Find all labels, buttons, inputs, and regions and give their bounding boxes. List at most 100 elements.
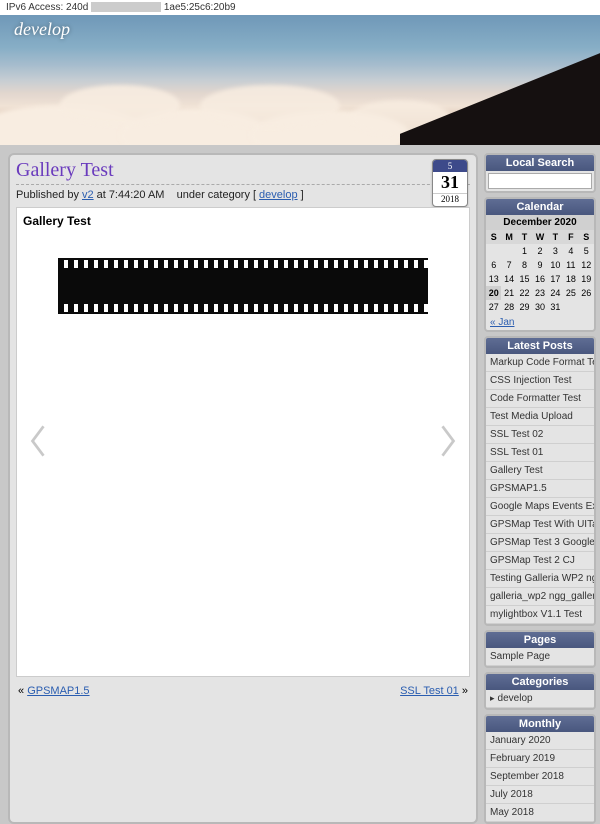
post-navigation: « GPSMAP1.5 SSL Test 01 »: [16, 677, 470, 699]
calendar-day: [563, 300, 578, 314]
calendar-day[interactable]: 20: [486, 286, 501, 300]
post-meta: Published by v2 at 7:44:20 AM under cate…: [16, 184, 470, 201]
calendar-day[interactable]: 9: [532, 258, 547, 272]
calendar-day[interactable]: 18: [563, 272, 578, 286]
page-body: Gallery Test Published by v2 at 7:44:20 …: [0, 145, 600, 824]
calendar-day[interactable]: 16: [532, 272, 547, 286]
calendar-day[interactable]: 4: [563, 244, 578, 258]
calendar-day[interactable]: 24: [548, 286, 563, 300]
gallery-prev-button[interactable]: [27, 421, 49, 461]
calendar-day[interactable]: 14: [501, 272, 516, 286]
pages-title: Pages: [486, 632, 594, 648]
calendar-week-row: 12345: [486, 244, 594, 258]
calendar-day[interactable]: 30: [532, 300, 547, 314]
latest-posts-list: Markup Code Format TestCSS Injection Tes…: [486, 354, 594, 624]
list-item[interactable]: Sample Page: [486, 648, 594, 666]
calendar-day[interactable]: 12: [579, 258, 594, 272]
list-item[interactable]: September 2018: [486, 768, 594, 786]
search-input[interactable]: [488, 173, 592, 189]
calendar-dow: M: [501, 230, 516, 244]
calendar-day: [579, 300, 594, 314]
list-item[interactable]: Markup Code Format Test: [486, 354, 594, 372]
calendar-day[interactable]: 2: [532, 244, 547, 258]
list-item[interactable]: galleria_wp2 ngg_gallery=8: [486, 588, 594, 606]
list-item[interactable]: July 2018: [486, 786, 594, 804]
ipv6-access-bar: IPv6 Access: 240d 1ae5:25c6:20b9: [0, 0, 600, 15]
latest-posts-title: Latest Posts: [486, 338, 594, 354]
list-item[interactable]: GPSMap Test With UITab: [486, 516, 594, 534]
calendar-day[interactable]: 15: [517, 272, 532, 286]
published-by-label: Published by: [16, 189, 79, 201]
prev-post-link[interactable]: GPSMAP1.5: [27, 685, 89, 697]
chevron-right-icon: [437, 421, 459, 461]
list-item[interactable]: mylightbox V1.1 Test: [486, 606, 594, 624]
calendar-day: [486, 244, 501, 258]
category-link[interactable]: develop: [259, 189, 298, 201]
ipv6-redacted: [91, 2, 161, 12]
site-banner: develop: [0, 15, 600, 145]
calendar-day[interactable]: 10: [548, 258, 563, 272]
list-item[interactable]: CSS Injection Test: [486, 372, 594, 390]
calendar-day[interactable]: 1: [517, 244, 532, 258]
list-item[interactable]: Testing Galleria WP2 ngg_gallery: [486, 570, 594, 588]
local-search-title: Local Search: [486, 155, 594, 171]
list-item[interactable]: develop: [486, 690, 594, 708]
sidebar: Local Search Calendar December 2020 SMTW…: [484, 153, 596, 824]
list-item[interactable]: SSL Test 02: [486, 426, 594, 444]
list-item[interactable]: January 2020: [486, 732, 594, 750]
site-title[interactable]: develop: [14, 19, 70, 40]
bracket-open: [: [253, 189, 256, 201]
calendar-day[interactable]: 5: [579, 244, 594, 258]
calendar-day[interactable]: 27: [486, 300, 501, 314]
calendar-day[interactable]: 11: [563, 258, 578, 272]
list-item[interactable]: May 2018: [486, 804, 594, 822]
categories-list: develop: [486, 690, 594, 708]
calendar-table: SMTWTFS 12345678910111213141516171819202…: [486, 230, 594, 314]
badge-month: 5: [433, 160, 467, 172]
calendar-day[interactable]: 21: [501, 286, 516, 300]
prev-post: « GPSMAP1.5: [18, 685, 90, 697]
list-item[interactable]: SSL Test 01: [486, 444, 594, 462]
list-item[interactable]: Google Maps Events Explorer: [486, 498, 594, 516]
content-heading: Gallery Test: [23, 214, 463, 228]
calendar-day[interactable]: 25: [563, 286, 578, 300]
list-item[interactable]: GPSMap Test 2 CJ: [486, 552, 594, 570]
list-item[interactable]: Test Media Upload: [486, 408, 594, 426]
calendar-week-row: 20212223242526: [486, 286, 594, 300]
badge-day: 31: [433, 172, 467, 193]
list-item[interactable]: GPSMap Test 3 Google: [486, 534, 594, 552]
calendar-day[interactable]: 8: [517, 258, 532, 272]
next-post: SSL Test 01 »: [400, 685, 468, 697]
latest-posts-widget: Latest Posts Markup Code Format TestCSS …: [484, 336, 596, 626]
next-post-link[interactable]: SSL Test 01: [400, 685, 459, 697]
gallery-next-button[interactable]: [437, 421, 459, 461]
calendar-day[interactable]: 17: [548, 272, 563, 286]
author-link[interactable]: v2: [82, 189, 94, 201]
calendar-prev-link[interactable]: « Jan: [490, 317, 514, 328]
calendar-day[interactable]: 26: [579, 286, 594, 300]
main-column: Gallery Test Published by v2 at 7:44:20 …: [8, 153, 478, 824]
list-item[interactable]: GPSMAP1.5: [486, 480, 594, 498]
list-item[interactable]: Code Formatter Test: [486, 390, 594, 408]
calendar-day[interactable]: 7: [501, 258, 516, 272]
calendar-day[interactable]: 6: [486, 258, 501, 272]
list-item[interactable]: Gallery Test: [486, 462, 594, 480]
calendar-day[interactable]: 28: [501, 300, 516, 314]
calendar-day: [501, 244, 516, 258]
calendar-day[interactable]: 13: [486, 272, 501, 286]
gallery-filmstrip-image[interactable]: [58, 258, 428, 314]
calendar-day[interactable]: 23: [532, 286, 547, 300]
list-item[interactable]: February 2019: [486, 750, 594, 768]
calendar-day[interactable]: 29: [517, 300, 532, 314]
bracket-close: ]: [301, 189, 304, 201]
calendar-week-row: 13141516171819: [486, 272, 594, 286]
calendar-day[interactable]: 19: [579, 272, 594, 286]
calendar-dow: T: [548, 230, 563, 244]
post-title[interactable]: Gallery Test: [16, 159, 470, 182]
at-label: at: [97, 189, 106, 201]
calendar-day[interactable]: 31: [548, 300, 563, 314]
monthly-list: January 2020February 2019September 2018J…: [486, 732, 594, 822]
calendar-day[interactable]: 3: [548, 244, 563, 258]
calendar-day[interactable]: 22: [517, 286, 532, 300]
calendar-dow: T: [517, 230, 532, 244]
